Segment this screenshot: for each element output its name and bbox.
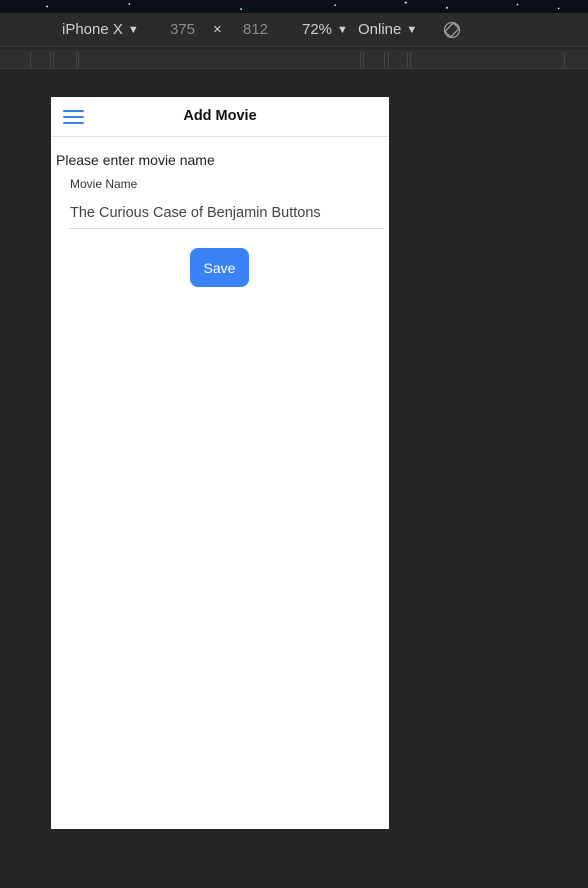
network-select-label: Online [358, 21, 402, 38]
width-input[interactable]: 375 [170, 21, 195, 38]
zoom-select-label: 72% [302, 21, 333, 38]
app-header: Add Movie [51, 97, 389, 137]
device-select[interactable]: iPhone X ▼ [62, 21, 139, 38]
media-query-segment[interactable] [78, 52, 361, 68]
media-query-segment[interactable] [388, 52, 408, 68]
media-query-segment[interactable] [53, 52, 77, 68]
zoom-select[interactable]: 72% ▼ [302, 21, 348, 38]
instruction-text: Please enter movie name [56, 152, 215, 168]
zoom-caret-icon: ▼ [337, 24, 348, 36]
movie-name-label: Movie Name [70, 177, 138, 191]
network-caret-icon: ▼ [406, 24, 418, 36]
rotate-icon[interactable] [443, 21, 461, 39]
top-background-strip [0, 0, 588, 13]
media-query-segment[interactable] [363, 52, 385, 68]
media-query-segment[interactable] [410, 52, 565, 68]
height-input[interactable]: 812 [243, 21, 268, 38]
movie-name-input[interactable] [69, 197, 384, 229]
device-viewport: Add Movie Please enter movie name Movie … [51, 97, 389, 829]
save-button[interactable]: Save [190, 248, 249, 287]
dimension-separator: × [213, 21, 222, 38]
network-select[interactable]: Online ▼ [358, 21, 417, 38]
page-title: Add Movie [183, 108, 257, 124]
media-query-bar [0, 49, 588, 69]
device-select-label: iPhone X [62, 21, 123, 38]
media-query-segment[interactable] [30, 52, 51, 68]
device-caret-icon: ▼ [127, 24, 139, 36]
devtools-device-toolbar: iPhone X ▼ 375 × 812 72% ▼ Online ▼ [0, 13, 588, 47]
